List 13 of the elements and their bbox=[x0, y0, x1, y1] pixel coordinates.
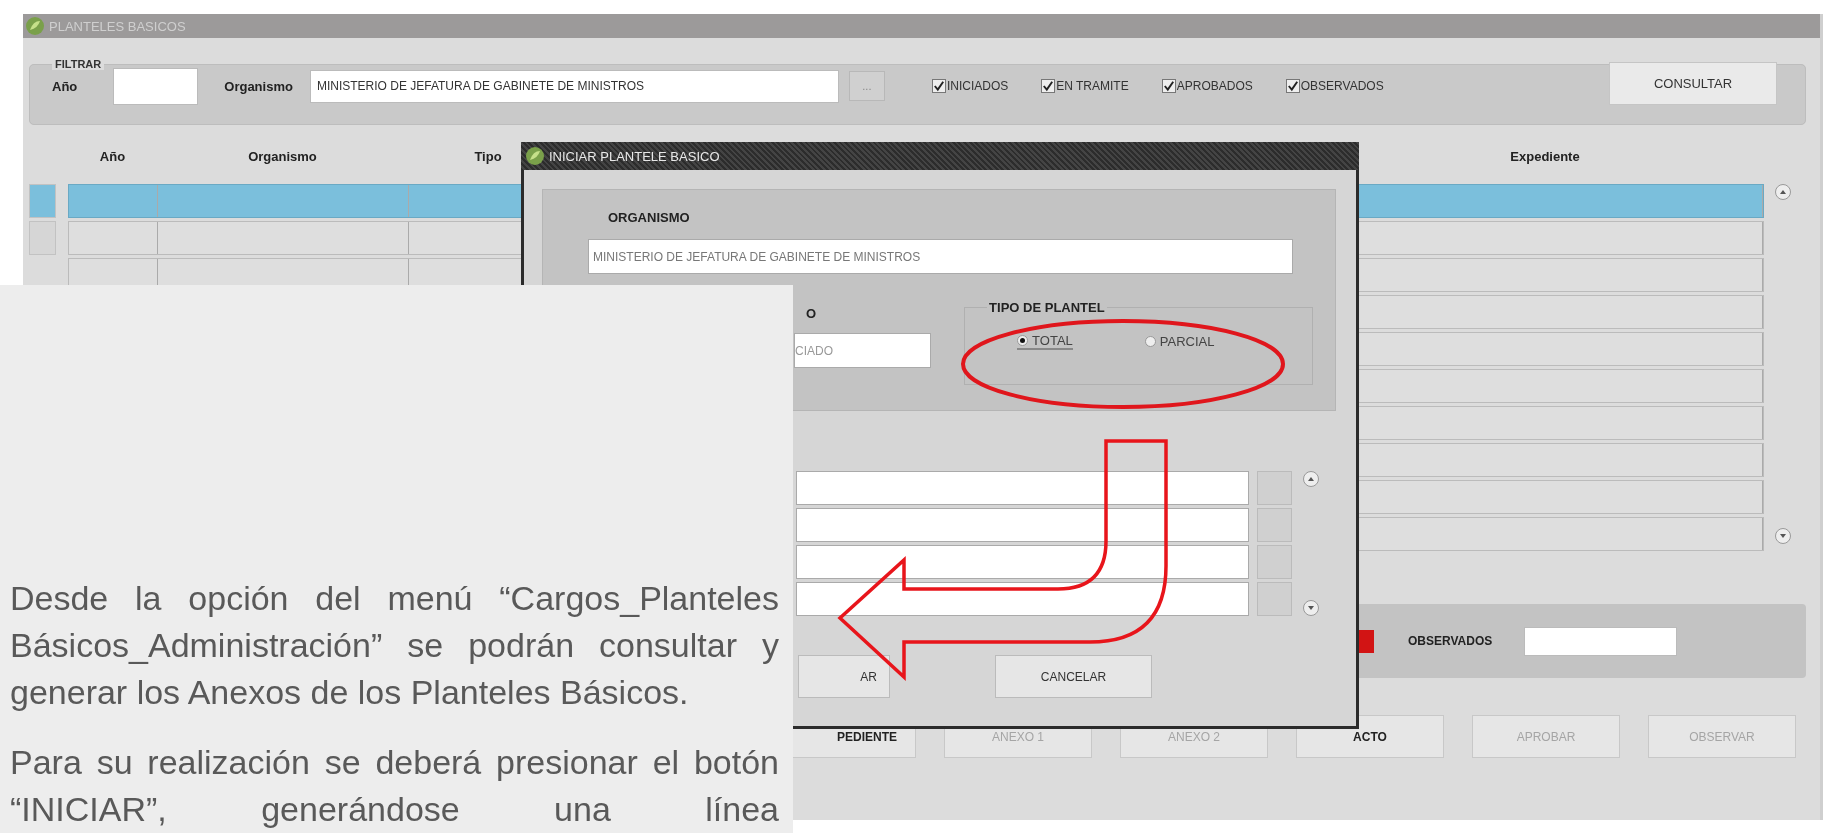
year-label: Año bbox=[52, 78, 78, 94]
dialog-title: INICIAR PLANTELE BASICO bbox=[549, 148, 720, 164]
observados-label: OBSERVADOS bbox=[1408, 634, 1493, 648]
organismo-label: ORGANISMO bbox=[608, 210, 691, 225]
column-header: Expediente bbox=[1510, 148, 1580, 164]
tipo-label: TIPO DE PLANTEL bbox=[987, 300, 1107, 315]
organism-label: Organismo bbox=[224, 78, 293, 94]
column-header: Año bbox=[99, 148, 126, 164]
filter-legend: FILTRAR bbox=[52, 58, 105, 70]
estado-label: O bbox=[806, 306, 817, 321]
column-header: Organismo bbox=[248, 148, 317, 164]
column-header: Tipo bbox=[474, 148, 502, 164]
note-paragraph: Desde la opción del menú “Cargos_Planteles Básicos_Administración” se podrán consultar y generar los Anexos de los Planteles Básicos. bbox=[10, 578, 779, 713]
